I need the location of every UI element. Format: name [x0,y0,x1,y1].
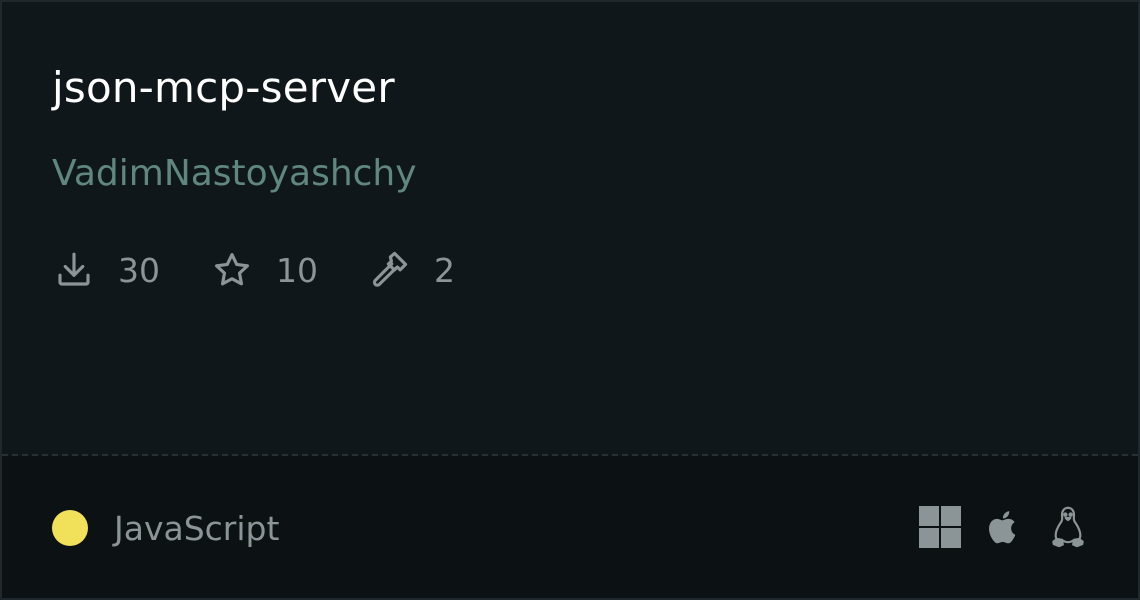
tools-stat: 2 [368,248,455,292]
windows-icon [918,505,962,549]
downloads-count: 30 [118,250,160,290]
language-name: JavaScript [114,508,280,548]
stars-count: 10 [276,250,318,290]
download-icon [52,248,96,292]
server-card[interactable]: json-mcp-server VadimNastoyashchy 30 10 … [0,0,1140,600]
server-owner[interactable]: VadimNastoyashchy [52,150,417,198]
language-tag: JavaScript [52,507,279,549]
hammer-icon [368,248,412,292]
downloads-stat: 30 [52,248,160,292]
stars-stat: 10 [210,248,318,292]
server-name[interactable]: json-mcp-server [52,60,395,116]
platform-icons [898,505,1090,549]
stats-row: 30 10 2 [52,246,505,294]
language-color-dot [52,510,88,546]
apple-icon [982,505,1026,549]
linux-icon [1046,505,1090,549]
card-header-section: json-mcp-server VadimNastoyashchy 30 10 … [2,2,1138,454]
star-icon [210,248,254,292]
tools-count: 2 [434,250,455,290]
